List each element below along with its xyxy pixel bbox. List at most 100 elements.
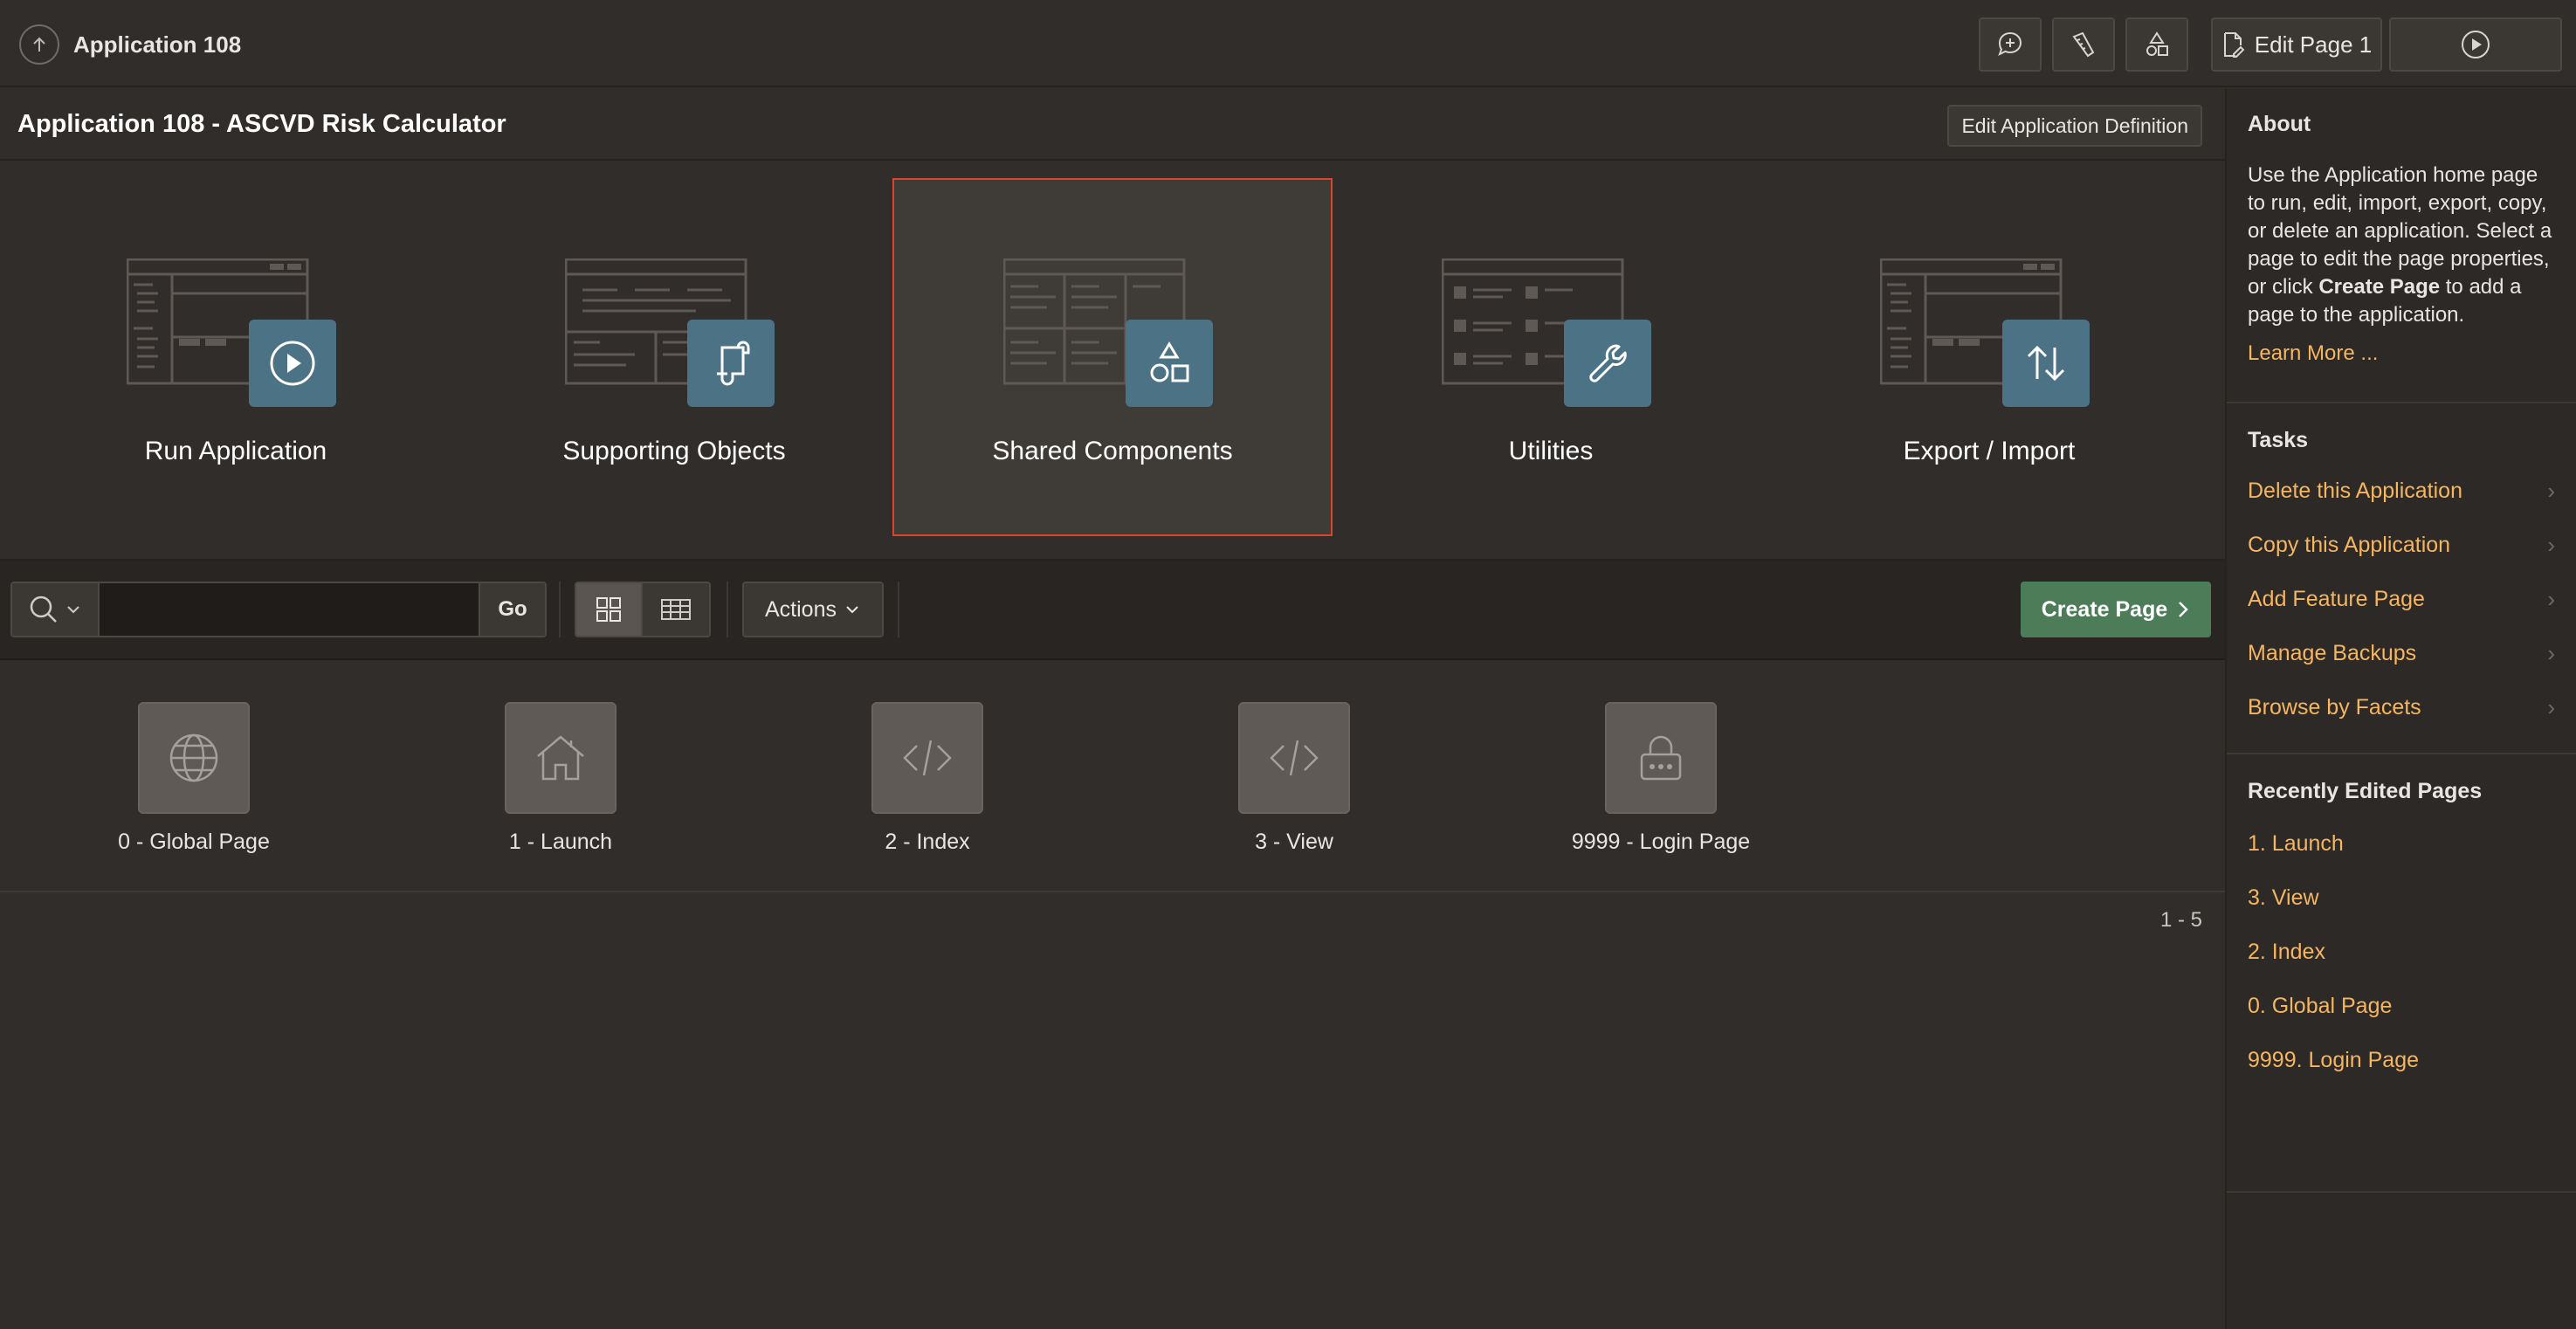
- shapes-icon: [2146, 31, 2168, 56]
- edit-page-label: Edit Page 1: [2254, 31, 2373, 58]
- shared-components-label: Shared Components: [992, 437, 1233, 465]
- recently-edited-heading: Recently Edited Pages: [2248, 779, 2483, 803]
- top-actions: Edit Page 1: [1979, 17, 2562, 72]
- wrench-ruler-icon: [2072, 31, 2095, 58]
- tasks-section: Tasks Delete this Application › Copy this…: [2227, 403, 2576, 754]
- supporting-objects-illustration: [564, 258, 783, 407]
- create-page-label: Create Page: [2041, 596, 2168, 622]
- search-icon: [30, 596, 57, 623]
- create-page-button[interactable]: Create Page: [2021, 582, 2211, 637]
- about-section: About Use the Application home page to r…: [2227, 89, 2576, 403]
- tasks-heading: Tasks: [2248, 428, 2309, 452]
- page-label: 3 - View: [1255, 830, 1333, 854]
- home-icon: [505, 702, 616, 814]
- page-tile-index[interactable]: 2 - Index: [761, 702, 1093, 855]
- code-icon: [871, 702, 983, 814]
- recent-page-link[interactable]: 3. View: [2248, 871, 2555, 925]
- chevron-right-icon: ›: [2547, 639, 2555, 666]
- run-application-card[interactable]: Run Application: [16, 178, 456, 536]
- app-name[interactable]: Application 108: [73, 31, 241, 59]
- title-bar: Application 108 - ASCVD Risk Calculator …: [0, 89, 2225, 161]
- pages-toolbar: Go Actions Create Page: [0, 561, 2225, 660]
- utilities-illustration: [1441, 258, 1660, 407]
- export-import-label: Export / Import: [1903, 437, 2076, 465]
- search-input[interactable]: [100, 582, 479, 637]
- play-circle-icon: [2462, 31, 2490, 59]
- shared-components-card[interactable]: Shared Components: [892, 178, 1333, 536]
- chevron-right-icon: ›: [2547, 477, 2555, 504]
- pages-grid: 0 - Global Page 1 - Launch 2 - Index 3 -…: [0, 662, 2225, 892]
- chevron-right-icon: ›: [2547, 531, 2555, 558]
- chevron-right-icon: [2179, 602, 2189, 617]
- scroll-icon: [687, 320, 775, 407]
- page-label: 1 - Launch: [508, 830, 613, 854]
- edit-page-button[interactable]: Edit Page 1: [2211, 17, 2382, 72]
- supporting-objects-label: Supporting Objects: [562, 437, 786, 465]
- actions-menu-button[interactable]: Actions: [742, 582, 884, 637]
- page-title: Application 108 - ASCVD Risk Calculator: [17, 110, 506, 138]
- grid-icon: [596, 597, 621, 622]
- chevron-right-icon: ›: [2547, 693, 2555, 720]
- feedback-button[interactable]: [1979, 17, 2042, 72]
- run-application-label: Run Application: [144, 437, 327, 465]
- code-icon: [1238, 702, 1350, 814]
- recent-page-link[interactable]: 1. Launch: [2248, 816, 2555, 871]
- edit-application-definition-button[interactable]: Edit Application Definition: [1947, 105, 2202, 147]
- about-text: Use the Application home page to run, ed…: [2248, 163, 2552, 327]
- toolbar-divider: [727, 582, 728, 637]
- export-import-illustration: [1879, 258, 2098, 407]
- view-toggle: [575, 582, 711, 637]
- page-tile-login[interactable]: 9999 - Login Page: [1495, 702, 1827, 855]
- search-group: Go: [10, 582, 547, 637]
- table-icon: [661, 599, 691, 620]
- page-tile-view[interactable]: 3 - View: [1128, 702, 1460, 855]
- top-header: Application 108 Edit Page 1: [0, 0, 2576, 87]
- run-page-button[interactable]: [2389, 17, 2562, 72]
- page-label: 2 - Index: [885, 830, 970, 854]
- arrows-updown-icon: [2002, 320, 2090, 407]
- toolbar-divider: [559, 582, 561, 637]
- shapes-icon: [1126, 320, 1213, 407]
- recent-page-link[interactable]: 9999. Login Page: [2248, 1033, 2555, 1087]
- supporting-objects-card[interactable]: Supporting Objects: [454, 178, 894, 536]
- recent-page-link[interactable]: 0. Global Page: [2248, 979, 2555, 1033]
- globe-icon: [138, 702, 250, 814]
- task-add-feature-page[interactable]: Add Feature Page ›: [2248, 572, 2555, 626]
- run-application-illustration: [126, 258, 345, 407]
- actions-label: Actions: [765, 596, 837, 622]
- utilities-card[interactable]: Utilities: [1331, 178, 1771, 536]
- developer-tools-button[interactable]: [2052, 17, 2115, 72]
- recently-edited-section: Recently Edited Pages 1. Launch 3. View …: [2227, 754, 2576, 1193]
- right-sidebar: About Use the Application home page to r…: [2225, 89, 2576, 1329]
- comment-plus-icon: [1998, 31, 2022, 56]
- page-tile-global[interactable]: 0 - Global Page: [28, 702, 360, 855]
- learn-more-link[interactable]: Learn More ...: [2248, 341, 2555, 366]
- app-nav: Application 108: [19, 24, 241, 65]
- shared-components-illustration: [1002, 258, 1222, 407]
- wrench-icon: [1564, 320, 1651, 407]
- recent-page-link[interactable]: 2. Index: [2248, 925, 2555, 979]
- page-label: 9999 - Login Page: [1571, 830, 1751, 854]
- report-view-button[interactable]: [643, 582, 711, 637]
- chevron-down-icon: [846, 606, 858, 614]
- search-options-button[interactable]: [10, 582, 100, 637]
- utilities-label: Utilities: [1508, 437, 1594, 465]
- export-import-card[interactable]: Export / Import: [1769, 178, 2209, 536]
- chevron-down-icon: [67, 606, 79, 614]
- play-icon: [249, 320, 336, 407]
- chevron-right-icon: ›: [2547, 585, 2555, 612]
- task-copy-application[interactable]: Copy this Application ›: [2248, 518, 2555, 572]
- toolbar-divider: [898, 582, 899, 637]
- task-browse-by-facets[interactable]: Browse by Facets ›: [2248, 680, 2555, 734]
- task-manage-backups[interactable]: Manage Backups ›: [2248, 626, 2555, 680]
- shared-components-button[interactable]: [2125, 17, 2188, 72]
- lock-icon: [1605, 702, 1717, 814]
- page-label: 0 - Global Page: [118, 830, 270, 854]
- task-delete-application[interactable]: Delete this Application ›: [2248, 464, 2555, 518]
- up-arrow-icon[interactable]: [19, 24, 59, 65]
- about-heading: About: [2248, 112, 2311, 136]
- page-tile-launch[interactable]: 1 - Launch: [395, 702, 727, 855]
- icon-view-button[interactable]: [575, 582, 643, 637]
- page-edit-icon: [2223, 32, 2245, 58]
- go-button[interactable]: Go: [479, 582, 547, 637]
